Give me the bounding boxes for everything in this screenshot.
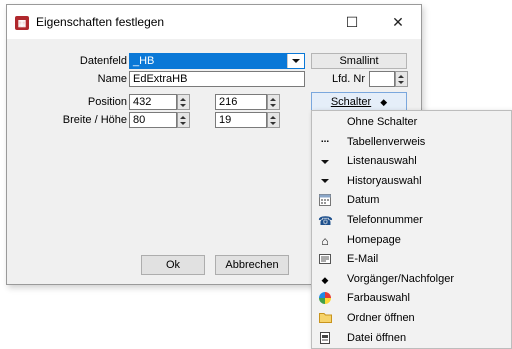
color-wheel-icon (318, 292, 332, 306)
menu-item-listenauswahl[interactable]: Listenauswahl (312, 152, 511, 172)
menu-item-ordner-oeffnen[interactable]: Ordner öffnen (312, 309, 511, 329)
menu-item-historyauswahl[interactable]: Historyauswahl (312, 172, 511, 192)
position-label: Position (87, 96, 127, 108)
position-y-field[interactable]: 216 (215, 94, 267, 110)
datatype-display: Smallint (311, 53, 407, 69)
menu-item-datum[interactable]: Datum (312, 191, 511, 211)
datenfeld-dropdown[interactable]: _HB (129, 53, 305, 69)
schalter-menu: Ohne Schalter ... Tabellenverweis Listen… (311, 110, 512, 349)
menu-item-homepage[interactable]: ⌂ Homepage (312, 231, 511, 251)
folder-icon (318, 312, 332, 326)
size-label: Breite / Höhe (62, 114, 127, 126)
menu-item-farbauswahl[interactable]: Farbauswahl (312, 289, 511, 309)
app-icon: ▦ (15, 16, 29, 30)
triangle-down-icon (318, 175, 332, 189)
menu-item-ohne-schalter[interactable]: Ohne Schalter (312, 113, 511, 133)
phone-icon: ☎ (318, 214, 333, 228)
ellipsis-icon: ... (320, 133, 330, 145)
position-x-field[interactable]: 432 (129, 94, 177, 110)
file-icon (318, 331, 332, 346)
menu-item-vorgaenger-nachfolger[interactable]: ◆ Vorgänger/Nachfolger (312, 270, 511, 290)
height-field[interactable]: 19 (215, 112, 267, 128)
width-field[interactable]: 80 (129, 112, 177, 128)
schalter-button[interactable]: Schalter ◆ (311, 92, 407, 112)
position-x-spinner[interactable] (177, 94, 190, 110)
ok-button[interactable]: Ok (141, 255, 205, 275)
updown-icon: ◆ (321, 274, 329, 285)
datenfeld-value: _HB (133, 55, 155, 67)
triangle-down-icon (318, 155, 332, 169)
lfd-nr-spinner[interactable] (395, 71, 408, 87)
schalter-button-label: Schalter (330, 96, 372, 108)
cancel-button[interactable]: Abbrechen (215, 255, 289, 275)
calendar-icon (318, 194, 332, 208)
position-y-spinner[interactable] (267, 94, 280, 110)
menu-item-telefonnummer[interactable]: ☎ Telefonnummer (312, 211, 511, 231)
width-spinner[interactable] (177, 112, 190, 128)
maximize-button[interactable]: ☐ (329, 5, 375, 39)
menu-item-datei-oeffnen[interactable]: Datei öffnen (312, 329, 511, 349)
lfd-nr-field[interactable] (369, 71, 395, 87)
lfd-nr-label: Lfd. Nr (331, 73, 365, 85)
chevron-down-icon[interactable] (287, 54, 304, 68)
datenfeld-label: Datenfeld (79, 55, 127, 67)
dialog-title: Eigenschaften festlegen (36, 15, 165, 29)
close-button[interactable]: ✕ (375, 5, 421, 39)
height-spinner[interactable] (267, 112, 280, 128)
mail-icon (318, 253, 332, 267)
house-icon: ⌂ (321, 233, 329, 248)
menu-item-e-mail[interactable]: E-Mail (312, 250, 511, 270)
title-bar: ▦ Eigenschaften festlegen ☐ ✕ (7, 5, 421, 39)
name-label: Name (97, 73, 127, 85)
name-field[interactable]: EdExtraHB (129, 71, 305, 87)
updown-icon: ◆ (380, 97, 388, 107)
menu-item-tabellenverweis[interactable]: ... Tabellenverweis (312, 133, 511, 153)
